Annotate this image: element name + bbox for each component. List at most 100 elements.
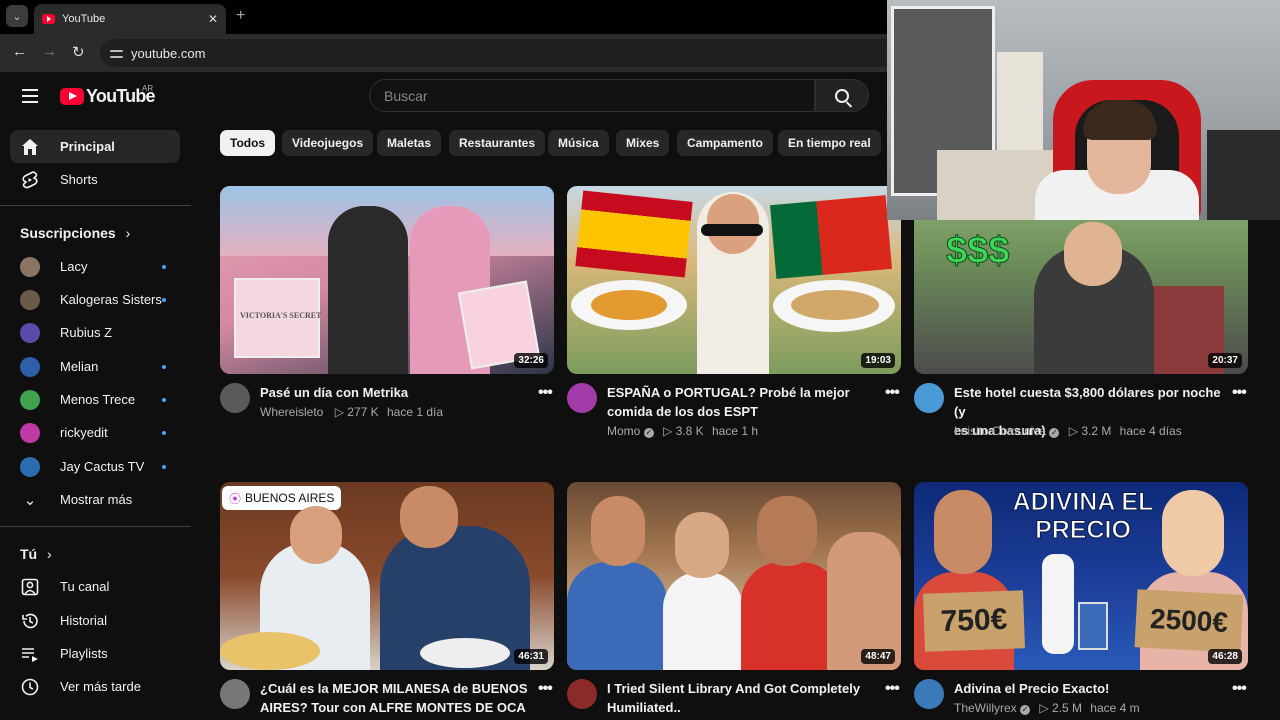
sidebar-item-subscription[interactable]: rickyedit xyxy=(10,416,180,449)
channel-avatar[interactable] xyxy=(567,383,597,413)
address-bar-url[interactable]: youtube.com xyxy=(131,46,205,61)
chip-musica[interactable]: Música xyxy=(548,130,609,156)
channel-avatar[interactable] xyxy=(220,679,250,709)
channel-avatar[interactable] xyxy=(914,383,944,413)
sidebar-item-label: Kalogeras Sisters xyxy=(60,292,162,307)
tab-search-button[interactable]: ⌄ xyxy=(6,5,28,27)
sidebar-item-subscription[interactable]: Kalogeras Sisters xyxy=(10,283,180,316)
video-duration: 32:26 xyxy=(514,353,548,368)
video-duration: 20:37 xyxy=(1208,353,1242,368)
show-more-button[interactable]: ⌄ Mostrar más xyxy=(10,483,180,516)
location-badge-text: BUENOS AIRES xyxy=(245,491,335,505)
sidebar-item-your-channel[interactable]: Tu canal xyxy=(10,570,180,603)
browser-tab-youtube[interactable]: YouTube ✕ xyxy=(34,4,226,34)
chip-campamento[interactable]: Campamento xyxy=(677,130,774,156)
site-info-icon[interactable] xyxy=(110,47,123,60)
video-more-options-icon[interactable]: ••• xyxy=(1232,384,1247,402)
forward-arrow-icon[interactable]: → xyxy=(42,43,57,60)
video-title[interactable]: ESPAÑA o PORTUGAL? Probé la mejor comida … xyxy=(607,383,887,421)
channel-avatar xyxy=(20,456,40,477)
channel-name[interactable]: Momo xyxy=(607,424,640,438)
channel-avatar xyxy=(20,422,40,443)
chip-restaurantes[interactable]: Restaurantes xyxy=(449,130,546,156)
sidebar-item-subscription[interactable]: Jay Cactus TV xyxy=(10,450,180,483)
you-heading[interactable]: Tú › xyxy=(20,546,52,562)
video-duration: 46:28 xyxy=(1208,649,1242,664)
chip-maletas[interactable]: Maletas xyxy=(377,130,442,156)
guide-menu-icon[interactable] xyxy=(22,89,38,107)
back-arrow-icon[interactable]: ← xyxy=(12,43,27,60)
upload-age: hace 1 h xyxy=(711,424,759,438)
channel-name[interactable]: Luisito Comunica xyxy=(954,424,1046,438)
sidebar-item-subscription[interactable]: Lacy xyxy=(10,250,180,283)
channel-avatar[interactable] xyxy=(914,679,944,709)
tab-close-icon[interactable]: ✕ xyxy=(208,12,218,26)
video-title[interactable]: I Tried Silent Library And Got Completel… xyxy=(607,679,887,717)
video-more-options-icon[interactable]: ••• xyxy=(538,680,553,698)
video-title[interactable]: Adivina el Precio Exacto! xyxy=(954,679,1234,698)
channel-icon xyxy=(20,577,40,597)
view-count: 277 K xyxy=(347,405,379,419)
upload-age: hace 4 días xyxy=(1119,424,1182,438)
channel-avatar xyxy=(20,322,40,343)
video-title[interactable]: Pasé un día con Metrika xyxy=(260,383,540,402)
sidebar-item-playlists[interactable]: Playlists xyxy=(10,637,180,670)
video-more-options-icon[interactable]: ••• xyxy=(538,384,553,402)
subscriptions-heading[interactable]: Suscripciones › xyxy=(20,225,130,241)
video-more-options-icon[interactable]: ••• xyxy=(885,384,900,402)
sidebar-item-label: Shorts xyxy=(60,172,98,187)
channel-avatar xyxy=(20,289,40,310)
sidebar-item-subscription[interactable]: Melian xyxy=(10,350,180,383)
chip-en-tiempo-real[interactable]: En tiempo real xyxy=(778,130,881,156)
video-more-options-icon[interactable]: ••• xyxy=(885,680,900,698)
video-more-options-icon[interactable]: ••• xyxy=(1232,680,1247,698)
verified-check-icon: ✓ xyxy=(1049,428,1060,438)
game-case-image xyxy=(1078,602,1108,650)
sidebar-item-principal[interactable]: Principal xyxy=(10,130,180,163)
chevron-down-icon: ⌄ xyxy=(23,491,37,509)
channel-avatar[interactable] xyxy=(567,679,597,709)
channel-name[interactable]: TheWillyrex xyxy=(954,701,1017,715)
door xyxy=(997,52,1043,162)
price-sign-left: 750€ xyxy=(923,590,1025,652)
sidebar-item-subscription[interactable]: Menos Trece xyxy=(10,383,180,416)
channel-avatar xyxy=(20,256,40,277)
price-sign-right: 2500€ xyxy=(1134,589,1244,653)
watch-later-icon xyxy=(20,677,40,697)
chip-todos[interactable]: Todos xyxy=(220,130,276,156)
youtube-logo[interactable]: YouTube AR xyxy=(60,84,156,107)
sidebar-item-watch-later[interactable]: Ver más tarde xyxy=(10,670,180,703)
video-metadata: Whereisleto ▷ 277 K hace 1 día xyxy=(260,405,443,419)
video-thumbnail[interactable]: 48:47 xyxy=(567,482,901,670)
sidebar-divider xyxy=(0,526,191,527)
sidebar-item-shorts[interactable]: Shorts xyxy=(10,163,180,196)
chip-videojuegos[interactable]: Videojuegos xyxy=(282,130,374,156)
sidebar-divider xyxy=(0,205,191,206)
video-thumbnail[interactable]: VICTORIA'S SECRET 32:26 xyxy=(220,186,554,374)
youtube-logo-icon xyxy=(60,88,84,105)
sidebar-item-label: Mostrar más xyxy=(60,492,133,507)
search-button[interactable] xyxy=(815,79,869,112)
sidebar-item-label: Tu canal xyxy=(60,579,110,594)
sidebar-item-subscription[interactable]: Rubius Z xyxy=(10,316,180,349)
sidebar-item-label: Melian xyxy=(60,359,99,374)
history-icon xyxy=(20,611,40,631)
views-icon: ▷ xyxy=(663,424,673,438)
sidebar-item-label: Historial xyxy=(60,613,107,628)
reload-icon[interactable]: ↻ xyxy=(72,43,85,61)
view-count: 3.2 M xyxy=(1081,424,1112,438)
chip-mixes[interactable]: Mixes xyxy=(616,130,670,156)
video-thumbnail[interactable]: ADIVINA EL PRECIO 750€ 2500€ 46:28 xyxy=(914,482,1248,670)
channel-name[interactable]: Whereisleto xyxy=(260,405,323,419)
video-title[interactable]: ¿Cuál es la MEJOR MILANESA de BUENOS AIRE… xyxy=(260,679,540,717)
video-thumbnail[interactable]: ⦿ BUENOS AIRES 46:31 xyxy=(220,482,554,670)
search-box[interactable] xyxy=(369,79,815,112)
new-tab-button[interactable]: + xyxy=(236,7,245,25)
new-content-dot xyxy=(162,264,166,269)
video-thumbnail[interactable]: 19:03 xyxy=(567,186,901,374)
new-content-dot xyxy=(162,397,166,402)
sidebar-item-history[interactable]: Historial xyxy=(10,604,180,637)
search-input[interactable] xyxy=(384,87,814,104)
channel-avatar[interactable] xyxy=(220,383,250,413)
video-metadata: TheWillyrex ✓ ▷ 2.5 M hace 4 m xyxy=(954,701,1140,715)
